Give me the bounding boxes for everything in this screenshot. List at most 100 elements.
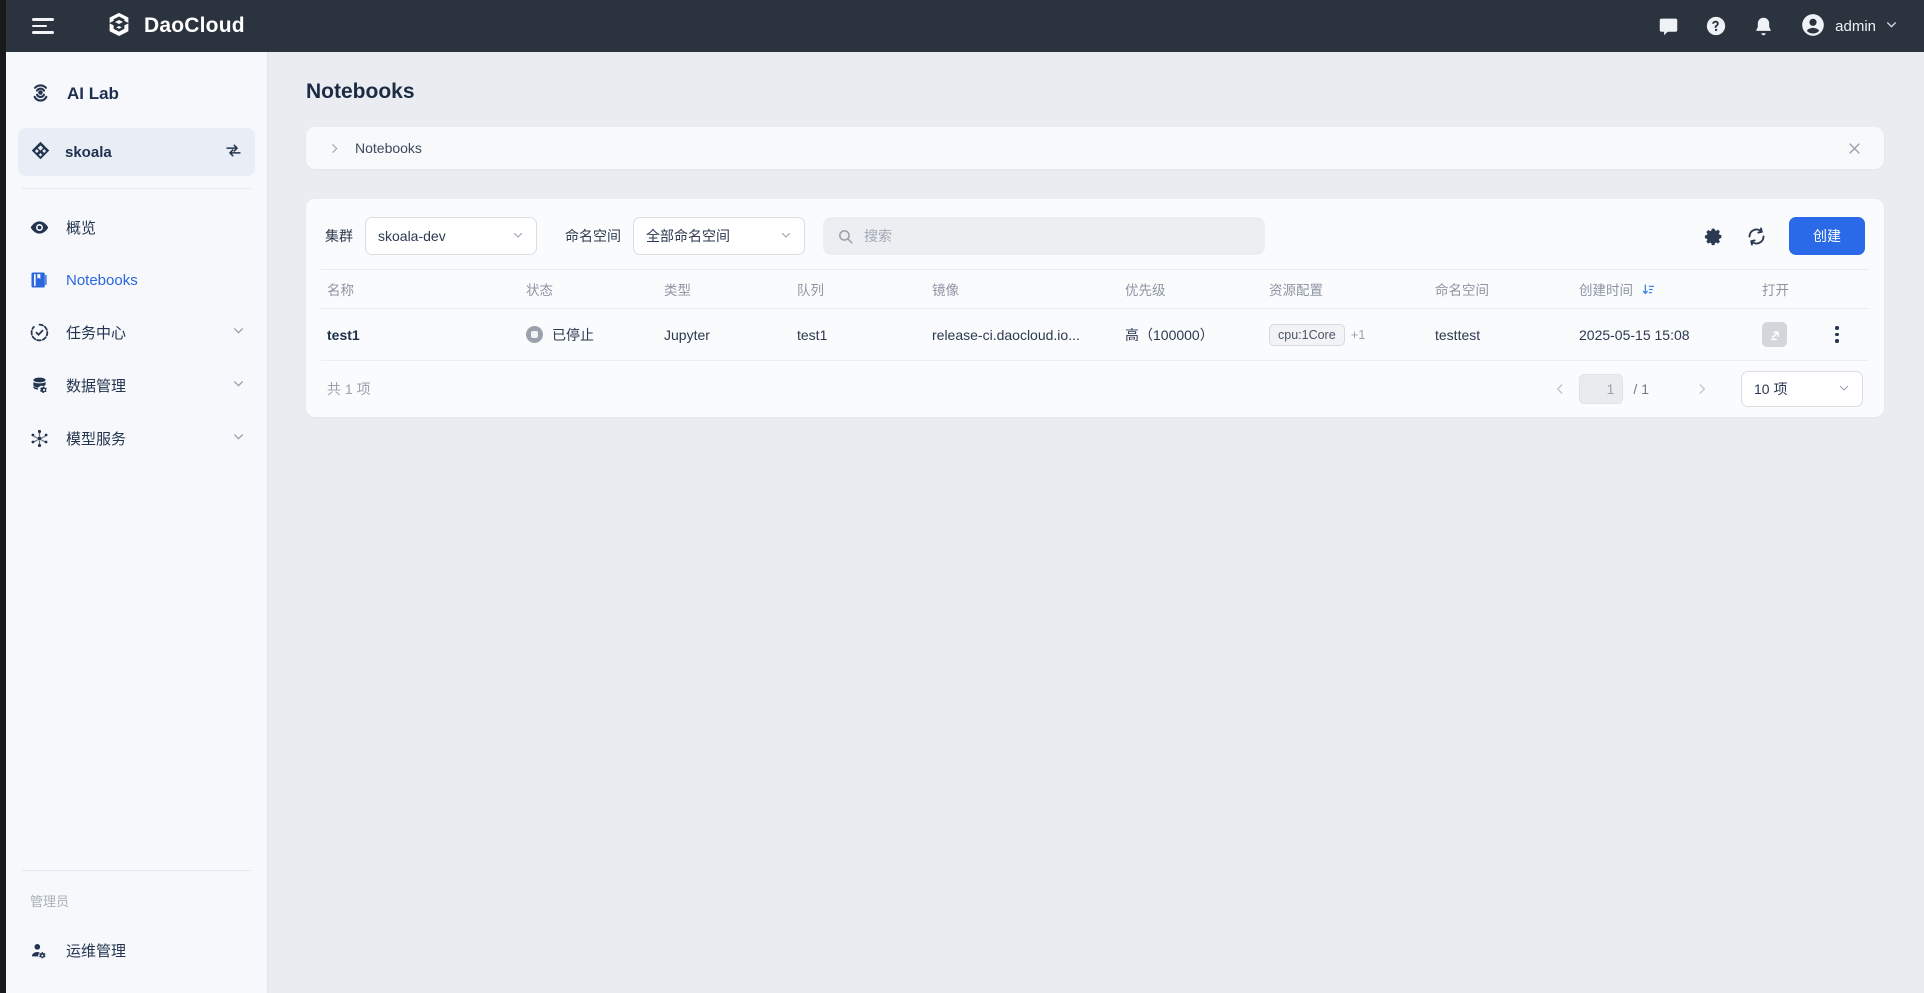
sidebar-item-label: 数据管理 <box>66 375 126 396</box>
row-menu-kebab-icon[interactable] <box>1827 322 1847 347</box>
chevron-down-icon <box>232 430 245 447</box>
page-total: / 1 <box>1633 381 1649 397</box>
sidebar-item-label: 概览 <box>66 217 96 238</box>
sidebar: AI Lab skoala 概览 Not <box>6 52 268 993</box>
cell-created: 2025-05-15 15:08 <box>1573 327 1756 343</box>
sidebar-section-label: 管理员 <box>18 885 255 924</box>
cell-status: 已停止 <box>520 325 658 345</box>
next-page-icon[interactable] <box>1693 380 1711 398</box>
open-external-icon[interactable] <box>1762 322 1787 347</box>
col-resources[interactable]: 资源配置 <box>1263 279 1429 299</box>
cluster-select[interactable]: skoala-dev <box>365 217 537 255</box>
breadcrumb[interactable]: Notebooks <box>355 140 422 156</box>
eye-icon <box>28 217 50 238</box>
sidebar-item-models[interactable]: 模型服务 <box>18 412 255 465</box>
table-header: 名称 状态 类型 队列 镜像 优先级 资源配置 命名空间 创建时间 <box>321 269 1869 309</box>
ops-admin-icon <box>28 941 50 961</box>
page-input[interactable] <box>1579 374 1623 404</box>
pagination: / 1 10 项 <box>1551 371 1863 407</box>
total-count: 共 1 项 <box>327 379 371 399</box>
workspace-selector[interactable]: skoala <box>18 128 255 176</box>
avatar-icon <box>1800 12 1826 41</box>
col-image[interactable]: 镜像 <box>926 279 1119 299</box>
task-center-icon <box>28 322 50 343</box>
chevron-down-icon <box>780 228 792 244</box>
cell-priority: 高（100000） <box>1119 325 1263 345</box>
col-name[interactable]: 名称 <box>321 279 520 299</box>
sidebar-item-label: 模型服务 <box>66 428 126 449</box>
cell-queue: test1 <box>791 327 926 343</box>
col-created: 创建时间 <box>1573 279 1756 299</box>
table-footer: 共 1 项 / 1 10 项 <box>321 361 1869 417</box>
table-row[interactable]: test1 已停止 Jupyter test1 release-ci.daocl… <box>321 309 1869 361</box>
namespace-select[interactable]: 全部命名空间 <box>633 217 805 255</box>
chevron-right-icon[interactable] <box>328 142 341 155</box>
prev-page-icon[interactable] <box>1551 380 1569 398</box>
col-open[interactable]: 打开 <box>1756 279 1821 299</box>
hamburger-menu-icon[interactable] <box>32 16 58 36</box>
help-icon[interactable] <box>1705 15 1727 37</box>
sort-descending-icon[interactable] <box>1641 282 1656 297</box>
product-name: AI Lab <box>67 84 119 104</box>
product-header: AI Lab <box>18 70 255 128</box>
create-button[interactable]: 创建 <box>1789 217 1865 255</box>
search-box <box>823 217 1265 255</box>
notebooks-panel: 集群 skoala-dev 命名空间 全部命名空间 <box>306 199 1884 417</box>
col-status[interactable]: 状态 <box>520 279 658 299</box>
sidebar-item-ops[interactable]: 运维管理 <box>18 924 255 977</box>
sidebar-item-tasks[interactable]: 任务中心 <box>18 306 255 359</box>
cell-resources: cpu:1Core +1 <box>1263 324 1429 346</box>
settings-gear-icon[interactable] <box>1703 226 1724 247</box>
brand-name: DaoCloud <box>144 14 245 38</box>
status-badge: 已停止 <box>552 325 594 345</box>
topbar: DaoCloud admin <box>0 0 1924 52</box>
cell-open <box>1756 322 1821 347</box>
cell-actions <box>1821 322 1869 347</box>
brand[interactable]: DaoCloud <box>104 11 245 41</box>
refresh-icon[interactable] <box>1746 226 1767 247</box>
user-menu[interactable]: admin <box>1800 12 1898 41</box>
main-content: Notebooks Notebooks 集群 skoala-dev <box>268 52 1924 993</box>
chevron-down-icon <box>512 228 524 244</box>
filter-toolbar: 集群 skoala-dev 命名空间 全部命名空间 <box>321 213 1869 269</box>
col-type[interactable]: 类型 <box>658 279 791 299</box>
database-icon <box>28 375 50 396</box>
namespace-label: 命名空间 <box>565 226 621 246</box>
cell-image: release-ci.daocloud.io... <box>926 327 1119 343</box>
breadcrumb-bar: Notebooks <box>306 127 1884 169</box>
col-namespace[interactable]: 命名空间 <box>1429 279 1573 299</box>
chat-icon[interactable] <box>1658 16 1679 37</box>
resource-more[interactable]: +1 <box>1351 327 1366 342</box>
cell-type: Jupyter <box>658 327 791 343</box>
sidebar-item-notebooks[interactable]: Notebooks <box>18 254 255 306</box>
workspace-name: skoala <box>65 144 210 161</box>
ailab-icon <box>28 80 53 108</box>
close-icon[interactable] <box>1847 141 1862 156</box>
user-name: admin <box>1835 18 1876 35</box>
resource-tag: cpu:1Core <box>1269 324 1345 346</box>
sidebar-item-overview[interactable]: 概览 <box>18 201 255 254</box>
daocloud-logo-icon <box>104 11 134 41</box>
status-stopped-icon <box>526 326 543 343</box>
chevron-down-icon <box>232 377 245 394</box>
cell-name[interactable]: test1 <box>321 327 520 343</box>
page-size-value: 10 项 <box>1754 379 1838 399</box>
model-service-icon <box>28 428 50 449</box>
col-queue[interactable]: 队列 <box>791 279 926 299</box>
cluster-label: 集群 <box>325 226 353 246</box>
cell-namespace: testtest <box>1429 327 1573 343</box>
workspace-icon <box>30 140 51 164</box>
page-size-select[interactable]: 10 项 <box>1741 371 1863 407</box>
bell-icon[interactable] <box>1753 16 1774 37</box>
col-priority[interactable]: 优先级 <box>1119 279 1263 299</box>
sidebar-item-data[interactable]: 数据管理 <box>18 359 255 412</box>
desktop-edge <box>0 0 6 993</box>
search-input[interactable] <box>864 228 1251 244</box>
namespace-select-value: 全部命名空间 <box>646 226 780 246</box>
chevron-down-icon <box>232 324 245 341</box>
page-title: Notebooks <box>306 80 1884 104</box>
notebook-icon <box>28 270 50 290</box>
search-icon <box>837 228 854 245</box>
sidebar-item-label: 运维管理 <box>66 940 126 961</box>
switch-workspace-icon[interactable] <box>224 141 243 163</box>
